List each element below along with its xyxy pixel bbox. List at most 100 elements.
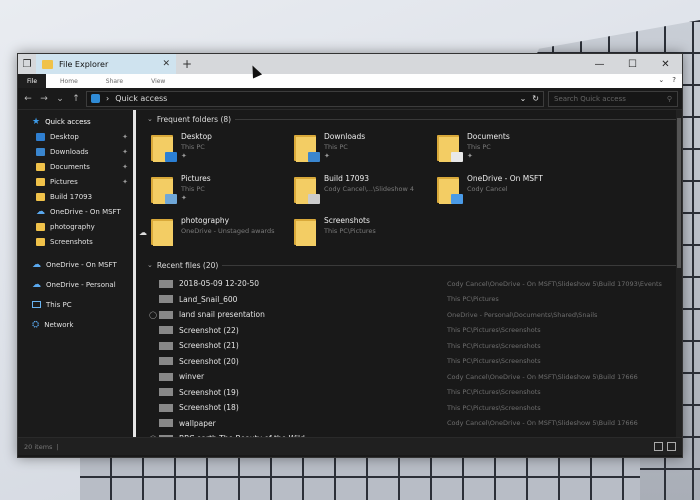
sidebar-item-onedrive-msft-quick[interactable]: ☁ OneDrive - On MSFT <box>18 204 132 219</box>
file-name: land snail presentation <box>179 310 265 320</box>
ribbon-file-tab[interactable]: File <box>18 74 47 88</box>
star-icon: ★ <box>32 116 41 127</box>
address-bar-row: ← → ⌄ ↑ › Quick access ⌄ ↻ Search Quick … <box>18 88 682 110</box>
sidebar-item-network[interactable]: ⛭ Network <box>18 317 132 332</box>
close-button[interactable]: ✕ <box>649 54 682 74</box>
frequent-folder-item[interactable]: ☁ photography OneDrive - Unstaged awards <box>139 216 294 254</box>
file-path: Cody Cancel\OneDrive - On MSFT\Slideshow… <box>447 419 638 428</box>
frequent-folder-item[interactable]: Desktop This PC ✦ <box>151 132 294 170</box>
sidebar-item-photography[interactable]: photography <box>18 219 132 234</box>
folder-icon <box>36 237 45 246</box>
network-icon: ⛭ <box>32 319 40 330</box>
large-icons-view-icon[interactable] <box>667 442 676 451</box>
ribbon-tab-view[interactable]: View <box>137 78 179 85</box>
recent-file-row[interactable]: winver Cody Cancel\OneDrive - On MSFT\Sl… <box>147 369 682 385</box>
recent-file-row[interactable]: Screenshot (22) This PC\Pictures\Screens… <box>147 323 682 339</box>
folder-icon <box>151 216 175 246</box>
sidebar-item-label: Downloads <box>50 147 89 156</box>
window-menu-icon[interactable]: ❐ <box>18 54 36 74</box>
sidebar-item-quick-access[interactable]: ★ Quick access <box>18 114 132 129</box>
file-path: This PC\Pictures\Screenshots <box>447 341 541 350</box>
scrollbar-thumb[interactable] <box>677 118 681 268</box>
tab-close-icon[interactable]: ✕ <box>162 59 170 69</box>
maximize-button[interactable]: ☐ <box>616 54 649 74</box>
pin-icon: ✦ <box>181 152 187 160</box>
recent-file-row[interactable]: wallpaper Cody Cancel\OneDrive - On MSFT… <box>147 416 682 432</box>
search-input[interactable]: Search Quick access ⚲ <box>548 90 678 107</box>
forward-button[interactable]: → <box>38 94 50 104</box>
back-button[interactable]: ← <box>22 94 34 104</box>
ribbon-tab-home[interactable]: Home <box>46 78 92 85</box>
folder-icon <box>42 59 53 69</box>
frequent-folders-header[interactable]: ⌄ Frequent folders (8) <box>147 112 682 126</box>
sidebar-item-screenshots[interactable]: Screenshots <box>18 234 132 249</box>
minimize-button[interactable]: — <box>583 54 616 74</box>
sidebar-item-pictures[interactable]: Pictures ✦ <box>18 174 132 189</box>
file-thumbnail-icon <box>159 341 173 350</box>
recent-file-row[interactable]: Screenshot (21) This PC\Pictures\Screens… <box>147 338 682 354</box>
folder-location: This PC <box>467 143 491 151</box>
onedrive-icon: ☁ <box>32 279 41 290</box>
sidebar-item-onedrive-personal[interactable]: ☁ OneDrive - Personal <box>18 277 132 292</box>
chevron-down-icon[interactable]: ⌄ <box>520 94 527 103</box>
desktop-folder-icon <box>36 132 45 141</box>
file-thumbnail-icon <box>159 403 173 412</box>
recent-file-row[interactable]: Screenshot (19) This PC\Pictures\Screens… <box>147 385 682 401</box>
frequent-folder-item[interactable]: Screenshots This PC\Pictures <box>294 216 437 254</box>
sidebar-item-desktop[interactable]: Desktop ✦ <box>18 129 132 144</box>
breadcrumb[interactable]: Quick access <box>115 94 167 103</box>
sidebar-item-label: Pictures <box>50 177 78 186</box>
search-placeholder: Search Quick access <box>554 94 626 103</box>
recent-files-header[interactable]: ⌄ Recent files (20) <box>147 258 682 272</box>
sidebar-item-this-pc[interactable]: This PC <box>18 297 132 312</box>
ribbon-tab-share[interactable]: Share <box>92 78 137 85</box>
folder-emblem-icon <box>308 152 320 162</box>
sidebar-item-onedrive-msft[interactable]: ☁ OneDrive - On MSFT <box>18 257 132 272</box>
tab-file-explorer[interactable]: File Explorer ✕ <box>36 54 176 74</box>
sidebar-item-downloads[interactable]: Downloads ✦ <box>18 144 132 159</box>
address-bar[interactable]: › Quick access ⌄ ↻ <box>86 90 544 107</box>
sidebar-item-label: Documents <box>50 162 90 171</box>
onedrive-icon: ☁ <box>32 259 41 270</box>
chevron-down-icon: ⌄ <box>147 115 153 123</box>
recent-file-row[interactable]: Screenshot (20) This PC\Pictures\Screens… <box>147 354 682 370</box>
pane-splitter[interactable] <box>133 110 136 437</box>
frequent-folder-item[interactable]: Downloads This PC ✦ <box>294 132 437 170</box>
file-thumbnail-icon <box>159 295 173 304</box>
frequent-folder-item[interactable]: Documents This PC ✦ <box>437 132 580 170</box>
folder-icon <box>151 174 177 204</box>
recent-locations-button[interactable]: ⌄ <box>54 94 66 104</box>
sidebar-item-documents[interactable]: Documents ✦ <box>18 159 132 174</box>
file-thumbnail-icon <box>159 388 173 397</box>
pin-icon: ✦ <box>181 194 187 202</box>
file-name: Screenshot (22) <box>179 325 239 335</box>
new-tab-button[interactable]: + <box>176 57 198 71</box>
vertical-scrollbar[interactable] <box>676 110 682 437</box>
sidebar-item-build-17093[interactable]: Build 17093 <box>18 189 132 204</box>
up-button[interactable]: ↑ <box>70 94 82 104</box>
frequent-folder-item[interactable]: Pictures This PC ✦ <box>151 174 294 212</box>
recent-file-row[interactable]: Land_Snail_600 This PC\Pictures <box>147 292 682 308</box>
file-thumbnail-icon <box>159 326 173 335</box>
recent-files-list: 2018-05-09 12-20-50 Cody Cancel\OneDrive… <box>147 272 682 437</box>
frequent-folder-item[interactable]: OneDrive - On MSFT Cody Cancel <box>437 174 580 212</box>
recent-file-row[interactable]: ◯ land snail presentation OneDrive - Per… <box>147 307 682 323</box>
frequent-folder-item[interactable]: Build 17093 Cody Cancel\...\Slideshow 4 <box>294 174 437 212</box>
file-name: Screenshot (21) <box>179 341 239 351</box>
ribbon-expand-icon[interactable]: ⌄ <box>658 76 664 84</box>
quick-access-icon <box>91 94 100 103</box>
pin-icon: ✦ <box>122 177 128 186</box>
sync-status-icon: ◯ <box>149 310 157 319</box>
file-path: This PC\Pictures\Screenshots <box>447 326 541 335</box>
file-thumbnail-icon <box>159 372 173 381</box>
this-pc-icon <box>32 301 41 308</box>
pin-icon: ✦ <box>467 152 473 160</box>
folder-emblem-icon <box>165 152 177 162</box>
details-view-icon[interactable] <box>654 442 663 451</box>
file-name: Screenshot (18) <box>179 403 239 413</box>
recent-file-row[interactable]: 2018-05-09 12-20-50 Cody Cancel\OneDrive… <box>147 276 682 292</box>
folder-location: Cody Cancel\...\Slideshow 4 <box>324 185 415 193</box>
help-icon[interactable]: ? <box>672 76 676 84</box>
recent-file-row[interactable]: Screenshot (18) This PC\Pictures\Screens… <box>147 400 682 416</box>
refresh-icon[interactable]: ↻ <box>532 94 539 103</box>
